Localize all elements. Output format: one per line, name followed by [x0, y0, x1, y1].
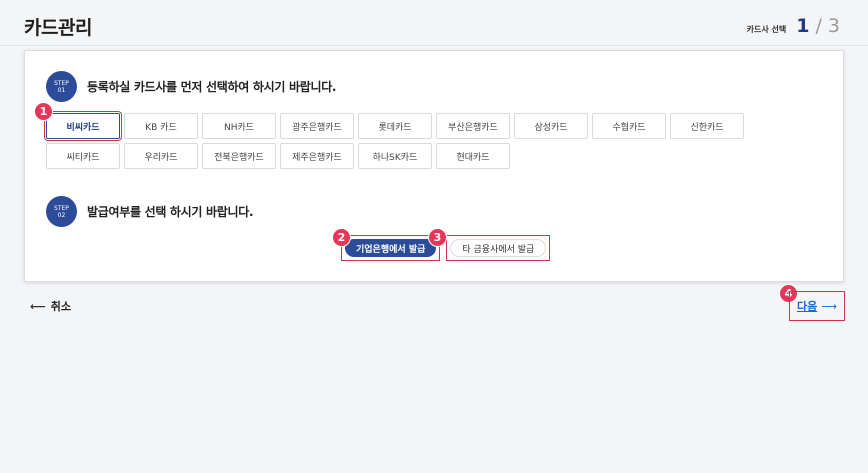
issue-ibk-button[interactable]: 기업은행에서 발급 — [345, 239, 437, 257]
cancel-label: 취소 — [50, 300, 72, 313]
next-link[interactable]: 다음 — [797, 298, 817, 314]
step1-row: STEP 01 등록하실 카드사를 먼저 선택하여 하시기 바랍니다. — [46, 71, 337, 102]
card-selection-panel: STEP 01 등록하실 카드사를 먼저 선택하여 하시기 바랍니다. 비씨카드… — [24, 50, 844, 282]
step-total: 3 — [827, 15, 840, 37]
step2-badge: STEP 02 — [46, 196, 77, 227]
card-button-jeonbuk[interactable]: 전북은행카드 — [202, 143, 276, 169]
card-button-jeju[interactable]: 제주은행카드 — [280, 143, 354, 169]
card-button-hanask[interactable]: 하나SK카드 — [358, 143, 432, 169]
card-button-lotte[interactable]: 롯데카드 — [358, 113, 432, 139]
step2-badge-num: 02 — [57, 211, 66, 219]
step1-badge-num: 01 — [57, 86, 66, 94]
step-separator: / — [815, 15, 822, 37]
title-divider — [0, 45, 868, 46]
card-button-nh[interactable]: NH카드 — [202, 113, 276, 139]
step-indicator: 카드사 선택 1 / 3 — [747, 15, 840, 37]
card-button-citi[interactable]: 씨티카드 — [46, 143, 120, 169]
issue-other-button[interactable]: 타 금융사에서 발급 — [450, 239, 547, 257]
issue-option-other-frame: 타 금융사에서 발급 — [446, 235, 551, 261]
arrow-left-icon: ⟵ — [30, 299, 46, 313]
annotation-marker-1: 1 — [34, 102, 53, 121]
cancel-link[interactable]: ⟵ 취소 — [30, 298, 71, 314]
card-button-busan[interactable]: 부산은행카드 — [436, 113, 510, 139]
step-indicator-label: 카드사 선택 — [746, 25, 787, 34]
arrow-right-icon: ⟶ — [821, 299, 838, 313]
step1-badge: STEP 01 — [46, 71, 77, 102]
card-button-samsung[interactable]: 삼성카드 — [514, 113, 588, 139]
step1-badge-top: STEP — [54, 79, 69, 87]
card-button-hyundai[interactable]: 현대카드 — [436, 143, 510, 169]
card-button-shinhan[interactable]: 신한카드 — [670, 113, 744, 139]
annotation-marker-3: 3 — [428, 228, 447, 247]
card-button-woori[interactable]: 우리카드 — [124, 143, 198, 169]
step2-row: STEP 02 발급여부를 선택 하시기 바랍니다. — [46, 196, 254, 227]
step-current: 1 — [796, 15, 810, 37]
card-button-suhyup[interactable]: 수협카드 — [592, 113, 666, 139]
card-button-kb[interactable]: KB 카드 — [124, 113, 198, 139]
next-button-frame: 다음 ⟶ — [789, 291, 845, 321]
issue-option-ibk-frame: 기업은행에서 발급 — [341, 235, 441, 261]
step2-badge-top: STEP — [54, 204, 69, 212]
page-title: 카드관리 — [24, 17, 92, 39]
step1-instruction: 등록하실 카드사를 먼저 선택하여 하시기 바랍니다. — [87, 80, 337, 94]
step2-instruction: 발급여부를 선택 하시기 바랍니다. — [87, 205, 254, 219]
card-button-gwangju[interactable]: 광주은행카드 — [280, 113, 354, 139]
card-button-bc[interactable]: 비씨카드 — [44, 111, 122, 141]
annotation-marker-2: 2 — [332, 228, 351, 247]
card-company-grid: 비씨카드 KB 카드 NH카드 광주은행카드 롯데카드 부산은행카드 삼성카드 … — [44, 111, 816, 169]
